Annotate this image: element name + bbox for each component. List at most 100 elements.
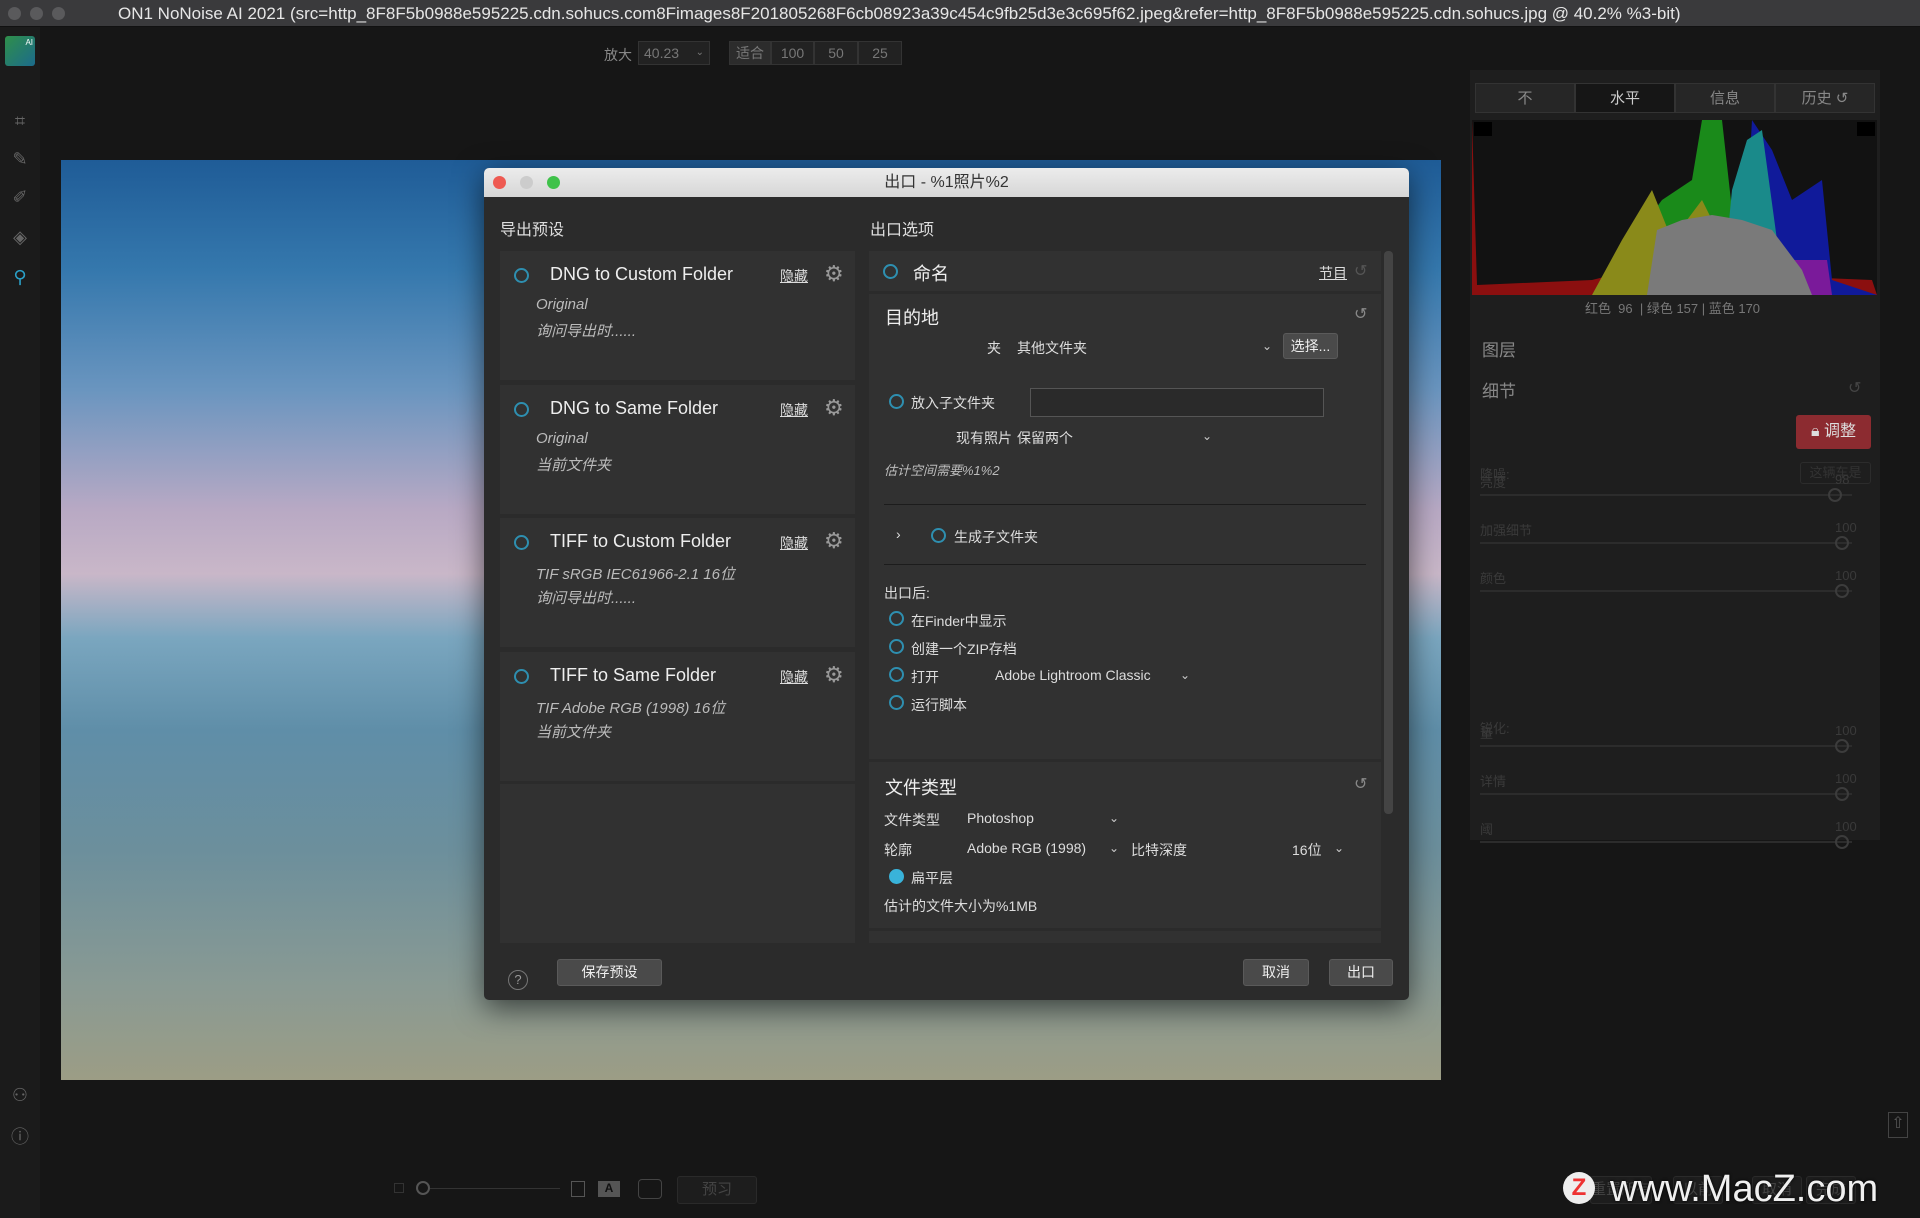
dialog-minimize-button[interactable] xyxy=(520,176,533,189)
naming-section[interactable]: 命名 节目 ↺ xyxy=(869,251,1381,291)
preset-card[interactable]: DNG to Custom Folder 隐藏 ⚙ Original 询问导出时… xyxy=(500,251,855,380)
preset-card[interactable]: TIFF to Same Folder 隐藏 ⚙ TIF Adobe RGB (… xyxy=(500,652,855,781)
close-window-button[interactable] xyxy=(8,7,21,20)
slider-knob[interactable] xyxy=(1835,536,1849,550)
slider-knob[interactable] xyxy=(1835,739,1849,753)
zoom-select[interactable]: 40.23 ⌄ xyxy=(638,41,710,65)
zoom-50-button[interactable]: 50 xyxy=(814,41,858,65)
slider-value: 100 xyxy=(1835,568,1857,583)
destination-reset-icon[interactable]: ↺ xyxy=(1354,304,1367,324)
gear-icon[interactable]: ⚙ xyxy=(824,261,844,287)
slider-track[interactable] xyxy=(1480,841,1852,843)
zoom-slider-track[interactable] xyxy=(430,1188,560,1189)
slider-knob[interactable] xyxy=(1835,835,1849,849)
help-button[interactable]: ? xyxy=(508,970,528,990)
naming-link[interactable]: 节目 xyxy=(1319,263,1347,283)
gear-icon[interactable]: ⚙ xyxy=(824,528,844,554)
preset-hide-link[interactable]: 隐藏 xyxy=(780,400,808,420)
user-icon[interactable]: ⚇ xyxy=(8,1085,32,1109)
gear-icon[interactable]: ⚙ xyxy=(824,662,844,688)
tab-history[interactable]: 历史 ↺ xyxy=(1775,83,1875,113)
open-app-select[interactable]: Adobe Lightroom Classic ⌄ xyxy=(995,665,1195,687)
export-button[interactable]: 出口 xyxy=(1329,959,1393,986)
zoom-fit-button[interactable]: 适合 xyxy=(729,41,771,65)
preset-radio[interactable] xyxy=(514,402,529,417)
profile-select[interactable]: Adobe RGB (1998) ⌄ xyxy=(967,838,1127,860)
zoom-25-button[interactable]: 25 xyxy=(858,41,902,65)
gear-icon[interactable]: ⚙ xyxy=(824,395,844,421)
watermark-text: www.MacZ.com xyxy=(1610,1168,1879,1210)
bit-depth-select[interactable]: 16位 ⌄ xyxy=(1292,838,1352,860)
crop-icon[interactable]: ⌗ xyxy=(8,111,32,135)
preset-radio[interactable] xyxy=(514,669,529,684)
naming-radio[interactable] xyxy=(883,264,898,279)
show-finder-radio[interactable] xyxy=(889,611,904,626)
zoom-window-button[interactable] xyxy=(52,7,65,20)
preset-radio[interactable] xyxy=(514,535,529,550)
preset-radio[interactable] xyxy=(514,268,529,283)
zoom-hand-icon[interactable]: ⚲ xyxy=(8,267,32,291)
help-icon[interactable]: ⓘ xyxy=(8,1123,32,1147)
layers-heading[interactable]: 图层 xyxy=(1482,336,1516,361)
open-radio[interactable] xyxy=(889,667,904,682)
auto-view-icon[interactable]: A xyxy=(598,1181,620,1197)
open-label: 打开 xyxy=(911,669,939,685)
save-preset-button[interactable]: 保存预设 xyxy=(557,959,662,986)
options-scrollbar[interactable] xyxy=(1384,251,1393,814)
preset-card[interactable]: TIFF to Custom Folder 隐藏 ⚙ TIF sRGB IEC6… xyxy=(500,518,855,647)
preset-hide-link[interactable]: 隐藏 xyxy=(780,533,808,553)
choose-folder-button[interactable]: 选择... xyxy=(1283,333,1338,359)
preset-card[interactable]: DNG to Same Folder 隐藏 ⚙ Original 当前文件夹 xyxy=(500,385,855,514)
subfolder-radio[interactable] xyxy=(889,394,904,409)
expand-chevron-icon[interactable]: › xyxy=(896,526,901,542)
preset-line2: 当前文件夹 xyxy=(536,724,612,741)
tab-levels[interactable]: 水平 xyxy=(1575,83,1675,113)
slider-knob[interactable] xyxy=(1827,488,1842,502)
file-type-reset-icon[interactable]: ↺ xyxy=(1354,774,1367,794)
minimize-window-button[interactable] xyxy=(30,7,43,20)
zip-radio[interactable] xyxy=(889,639,904,654)
cancel-button[interactable]: 取消 xyxy=(1243,959,1309,986)
flatten-checkbox[interactable] xyxy=(889,869,904,884)
small-thumb-icon[interactable] xyxy=(394,1183,404,1193)
file-type-value: Photoshop xyxy=(967,810,1034,826)
mask-brush-icon[interactable]: ✐ xyxy=(8,187,32,211)
chevron-down-icon: ⌄ xyxy=(1109,811,1120,825)
brush-icon[interactable]: ✎ xyxy=(8,149,32,173)
dialog-close-button[interactable] xyxy=(493,176,506,189)
zoom-slider-knob[interactable] xyxy=(416,1181,430,1195)
folder-select[interactable]: 其他文件夹 ⌄ xyxy=(1017,336,1277,358)
mask-view-icon[interactable] xyxy=(638,1179,662,1199)
retouch-icon[interactable]: ◈ xyxy=(8,227,32,251)
zoom-100-button[interactable]: 100 xyxy=(771,41,814,65)
preset-hide-link[interactable]: 隐藏 xyxy=(780,667,808,687)
slider-knob[interactable] xyxy=(1835,584,1849,598)
single-view-icon[interactable] xyxy=(571,1181,585,1197)
detail-heading[interactable]: 细节 xyxy=(1482,377,1516,402)
slider-track[interactable] xyxy=(1480,793,1852,795)
flatten-label: 扁平层 xyxy=(911,870,953,886)
share-icon[interactable]: ⇧ xyxy=(1888,1112,1908,1138)
chevron-down-icon: ⌄ xyxy=(1109,841,1120,855)
naming-reset-icon[interactable]: ↺ xyxy=(1354,261,1367,281)
file-type-select[interactable]: Photoshop ⌄ xyxy=(967,808,1127,830)
tab-history-label: 历史 xyxy=(1801,90,1832,107)
preview-button[interactable]: 预习 xyxy=(677,1176,757,1204)
slider-track[interactable] xyxy=(1480,745,1852,747)
adjust-button[interactable]: 🔒︎ 调整 xyxy=(1796,415,1871,449)
slider-track[interactable] xyxy=(1480,494,1852,496)
tab-none[interactable]: 不 xyxy=(1475,83,1575,113)
dialog-zoom-button[interactable] xyxy=(547,176,560,189)
run-script-radio[interactable] xyxy=(889,695,904,710)
slider-track[interactable] xyxy=(1480,590,1852,592)
slider-track[interactable] xyxy=(1480,542,1852,544)
slider-value: 100 xyxy=(1835,771,1857,786)
existing-photos-select[interactable]: 保留两个 ⌄ xyxy=(1017,426,1217,448)
slider-knob[interactable] xyxy=(1835,787,1849,801)
tab-info[interactable]: 信息 xyxy=(1675,83,1775,113)
preset-hide-link[interactable]: 隐藏 xyxy=(780,266,808,286)
detail-reset-icon[interactable]: ↺ xyxy=(1848,378,1861,398)
preset-list-empty xyxy=(500,784,855,943)
generate-subfolder-radio[interactable] xyxy=(931,528,946,543)
subfolder-input[interactable] xyxy=(1030,388,1324,417)
